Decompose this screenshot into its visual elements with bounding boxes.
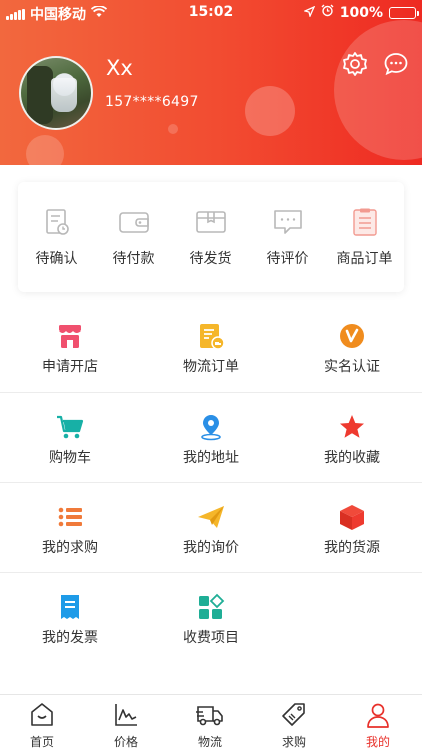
price-chart-icon bbox=[84, 701, 168, 731]
package-box-icon bbox=[172, 206, 249, 238]
paper-plane-icon bbox=[141, 503, 281, 533]
tab-home[interactable]: 首页 bbox=[0, 701, 84, 750]
menu-row: 购物车 我的地址 我的收藏 bbox=[0, 392, 422, 482]
menu-row: 申请开店 物流订单 实名认证 bbox=[0, 302, 422, 392]
tab-purchase[interactable]: 求购 bbox=[252, 701, 336, 750]
tab-logistics[interactable]: 物流 bbox=[168, 701, 252, 750]
menu-label: 收费项目 bbox=[183, 630, 239, 646]
wallet-icon bbox=[95, 206, 172, 238]
menu-real-name-verify[interactable]: 实名认证 bbox=[282, 302, 422, 392]
logistics-document-icon bbox=[141, 322, 281, 352]
user-phone: 157****6497 bbox=[105, 94, 199, 110]
menu-my-purchase-requests[interactable]: 我的求购 bbox=[0, 483, 140, 573]
cube-icon bbox=[282, 503, 422, 533]
store-icon bbox=[0, 322, 140, 352]
settings-gear-icon[interactable] bbox=[340, 49, 370, 79]
home-icon bbox=[0, 701, 84, 731]
menu-label: 我的货源 bbox=[324, 540, 380, 556]
document-clock-icon bbox=[18, 206, 95, 238]
menu-label: 我的收藏 bbox=[324, 450, 380, 466]
bottom-tab-bar: 首页 价格 物流 求购 我的 bbox=[0, 694, 422, 750]
tab-mine[interactable]: 我的 bbox=[336, 701, 420, 750]
order-label: 商品订单 bbox=[336, 251, 393, 267]
order-pending-shipment[interactable]: 待发货 bbox=[172, 206, 249, 268]
tab-label: 物流 bbox=[197, 735, 222, 749]
message-bubble-icon[interactable] bbox=[381, 49, 411, 79]
menu-label: 物流订单 bbox=[183, 359, 239, 375]
order-label: 待发货 bbox=[189, 251, 232, 267]
menu-shopping-cart[interactable]: 购物车 bbox=[0, 393, 140, 483]
location-pin-icon bbox=[141, 413, 281, 443]
decor-bubble bbox=[26, 135, 64, 165]
tag-icon bbox=[252, 701, 336, 731]
user-name: Xx bbox=[106, 56, 133, 80]
menu-my-favorites[interactable]: 我的收藏 bbox=[282, 393, 422, 483]
invoice-icon bbox=[0, 593, 140, 623]
user-icon bbox=[336, 701, 420, 731]
menu-label: 我的地址 bbox=[183, 450, 239, 466]
menu-label: 实名认证 bbox=[324, 359, 380, 375]
avatar[interactable] bbox=[19, 56, 93, 130]
order-product-orders[interactable]: 商品订单 bbox=[326, 206, 403, 268]
decor-bubble bbox=[168, 124, 178, 134]
order-pending-review[interactable]: 待评价 bbox=[249, 206, 326, 268]
star-icon bbox=[282, 413, 422, 443]
clipboard-list-icon bbox=[326, 206, 403, 238]
order-label: 待付款 bbox=[112, 251, 155, 267]
order-pending-payment[interactable]: 待付款 bbox=[95, 206, 172, 268]
menu-row: 我的求购 我的询价 我的货源 bbox=[0, 482, 422, 572]
menu-label: 我的求购 bbox=[42, 540, 98, 556]
battery-icon bbox=[389, 6, 419, 19]
menu-apply-store[interactable]: 申请开店 bbox=[0, 302, 140, 392]
apps-grid-icon bbox=[141, 593, 281, 623]
order-pending-confirm[interactable]: 待确认 bbox=[18, 206, 95, 268]
menu-fee-items[interactable]: 收费项目 bbox=[141, 573, 281, 663]
tab-label: 我的 bbox=[365, 735, 390, 749]
comment-bubble-icon bbox=[249, 206, 326, 238]
list-icon bbox=[0, 503, 140, 533]
truck-icon bbox=[168, 701, 252, 731]
decor-bubble bbox=[245, 86, 295, 136]
profile-header: 中国移动 15:02 100% Xx 157****6497 bbox=[0, 0, 422, 165]
menu-label: 我的询价 bbox=[183, 540, 239, 556]
menu-label: 我的发票 bbox=[42, 630, 98, 646]
order-label: 待评价 bbox=[266, 251, 309, 267]
order-status-card: 待确认 待付款 待发货 待评价 商品订单 bbox=[18, 182, 404, 292]
tab-label: 首页 bbox=[29, 735, 54, 749]
menu-my-inquiries[interactable]: 我的询价 bbox=[141, 483, 281, 573]
menu-my-supply[interactable]: 我的货源 bbox=[282, 483, 422, 573]
decor-bubble bbox=[334, 20, 422, 160]
alarm-icon bbox=[321, 4, 334, 21]
tab-label: 价格 bbox=[113, 735, 138, 749]
tab-price[interactable]: 价格 bbox=[84, 701, 168, 750]
tab-label: 求购 bbox=[281, 735, 306, 749]
menu-logistics-orders[interactable]: 物流订单 bbox=[141, 302, 281, 392]
menu-my-invoices[interactable]: 我的发票 bbox=[0, 573, 140, 663]
order-label: 待确认 bbox=[35, 251, 78, 267]
menu-label: 购物车 bbox=[49, 450, 91, 466]
shopping-cart-icon bbox=[0, 413, 140, 443]
status-bar: 中国移动 15:02 100% bbox=[0, 0, 422, 24]
verified-badge-icon bbox=[282, 322, 422, 352]
menu-label: 申请开店 bbox=[42, 359, 98, 375]
location-arrow-icon bbox=[302, 5, 316, 21]
menu-row: 我的发票 收费项目 bbox=[0, 572, 422, 662]
battery-percent: 100% bbox=[339, 4, 383, 21]
menu-my-address[interactable]: 我的地址 bbox=[141, 393, 281, 483]
